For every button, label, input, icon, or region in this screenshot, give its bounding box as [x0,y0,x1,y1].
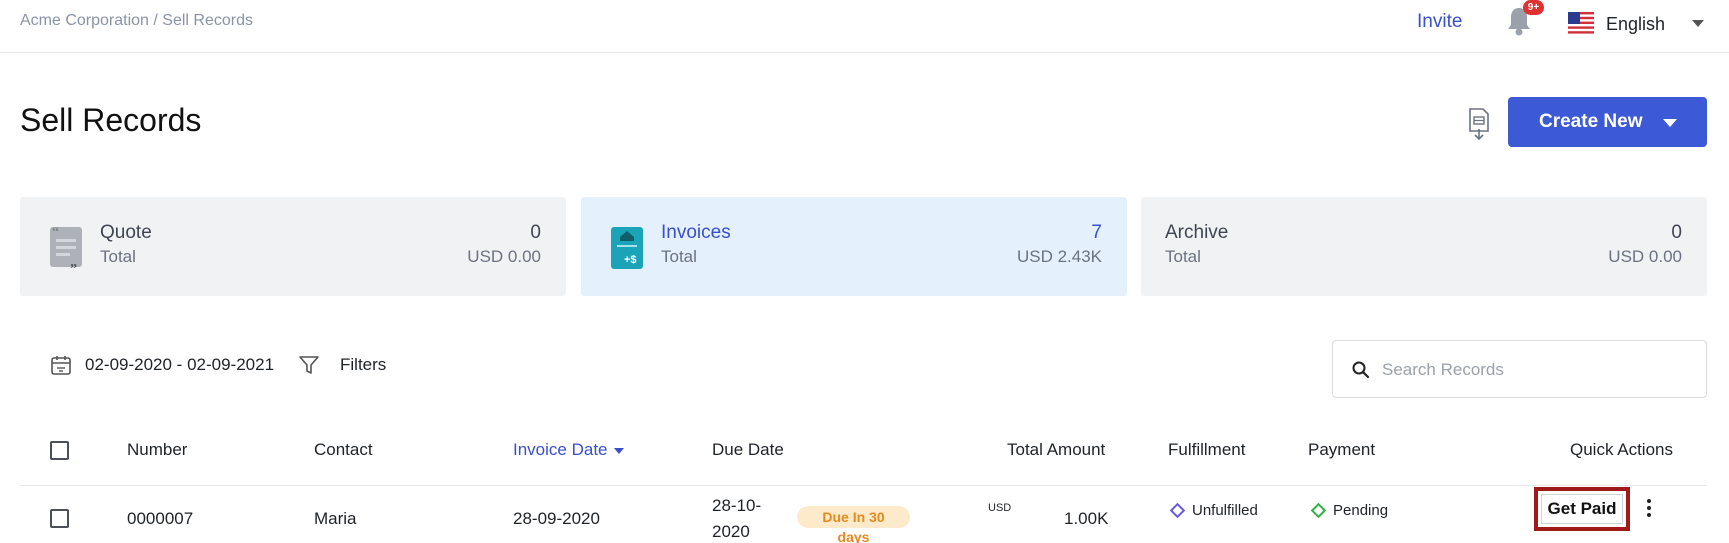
row-contact: Maria [314,509,357,528]
search-input[interactable] [1382,355,1682,385]
diamond-outline-icon [1169,502,1186,519]
date-range-text: 02-09-2020 - 02-09-2021 [85,355,275,374]
row-currency: USD [988,502,1012,514]
invoices-total-label: Total [661,247,697,266]
chevron-down-icon[interactable] [1692,20,1704,27]
row-number: 0000007 [127,509,194,528]
column-fulfillment[interactable]: Fulfillment [1168,440,1245,460]
column-payment[interactable]: Payment [1308,440,1375,460]
fulfillment-status: Unfulfilled [1169,502,1258,519]
export-document-icon[interactable] [1467,107,1491,141]
row-checkbox[interactable] [50,509,69,528]
breadcrumb[interactable]: Acme Corporation / Sell Records [20,12,253,30]
calendar-icon [51,356,71,375]
notification-badge: 9+ [1523,0,1544,15]
quote-document-icon: “ ” [50,225,82,271]
sort-desc-icon [613,447,624,454]
payment-label: Pending [1333,502,1389,519]
archive-count: 0 [1671,222,1682,243]
filter-icon [299,356,319,374]
table-header: Number Contact Invoice Date Due Date Tot… [20,428,1707,486]
quote-title: Quote [100,222,152,243]
page-title: Sell Records [20,102,202,138]
invoices-amount: USD 2.43K [1016,247,1102,266]
select-all-checkbox[interactable] [50,441,69,460]
payment-status: Pending [1310,502,1389,519]
row-invoice-date: 28-09-2020 [513,509,600,528]
column-contact[interactable]: Contact [314,440,373,460]
search-icon [1352,361,1370,379]
archive-title: Archive [1165,222,1229,243]
search-box[interactable] [1332,340,1707,398]
diamond-outline-icon [1310,502,1327,519]
create-new-label: Create New [1539,111,1643,132]
row-amount: 1.00K [1064,509,1109,528]
chevron-down-icon[interactable] [1663,119,1677,127]
archive-total-label: Total [1165,247,1201,266]
us-flag-icon [1568,12,1594,36]
svg-text:+$: +$ [624,254,637,266]
fulfillment-label: Unfulfilled [1192,502,1258,519]
get-paid-label: Get Paid [1540,494,1624,524]
row-due-date-line2: 2020 [712,522,750,541]
filters-button[interactable]: Filters [298,354,386,376]
svg-text:”: ” [70,262,77,271]
quote-total-label: Total [100,247,136,266]
column-quick-actions: Quick Actions [1570,440,1673,459]
more-options-icon[interactable] [1643,497,1655,519]
create-new-button[interactable]: Create New [1508,97,1707,147]
invoice-icon: +$ [611,227,643,269]
column-invoice-date[interactable]: Invoice Date [513,440,624,460]
archive-amount: USD 0.00 [1608,247,1682,266]
invoices-title: Invoices [661,222,731,243]
quote-count: 0 [530,222,541,243]
column-due-date[interactable]: Due Date [712,440,784,460]
invoices-count: 7 [1091,222,1102,243]
language-label: English [1606,13,1666,34]
date-range-picker[interactable]: 02-09-2020 - 02-09-2021 [50,354,274,376]
archive-card[interactable]: Archive Total 0 USD 0.00 [1141,197,1707,296]
due-badge-line2: days [837,529,870,543]
column-invoice-date-label: Invoice Date [513,440,608,459]
invoices-card[interactable]: +$ Invoices Total 7 USD 2.43K [581,197,1127,296]
language-selector[interactable]: English [1568,10,1704,38]
column-total-amount[interactable]: Total Amount [1007,440,1105,460]
due-badge-line1: Due In 30 [822,509,885,525]
quote-amount: USD 0.00 [467,247,541,266]
get-paid-button[interactable]: Get Paid [1534,487,1630,531]
row-due-date-line1: 28-10- [712,496,762,515]
invite-link[interactable]: Invite [1417,11,1462,33]
quote-card[interactable]: “ ” Quote Total 0 USD 0.00 [20,197,566,296]
table-row[interactable]: 0000007 Maria 28-09-2020 28-10- 2020 Due… [20,487,1707,543]
due-status-badge: Due In 30 days [797,506,910,543]
svg-text:“: “ [52,225,59,240]
top-bar: Acme Corporation / Sell Records Invite 9… [0,0,1729,53]
column-number[interactable]: Number [127,440,187,460]
filters-label: Filters [340,355,387,374]
